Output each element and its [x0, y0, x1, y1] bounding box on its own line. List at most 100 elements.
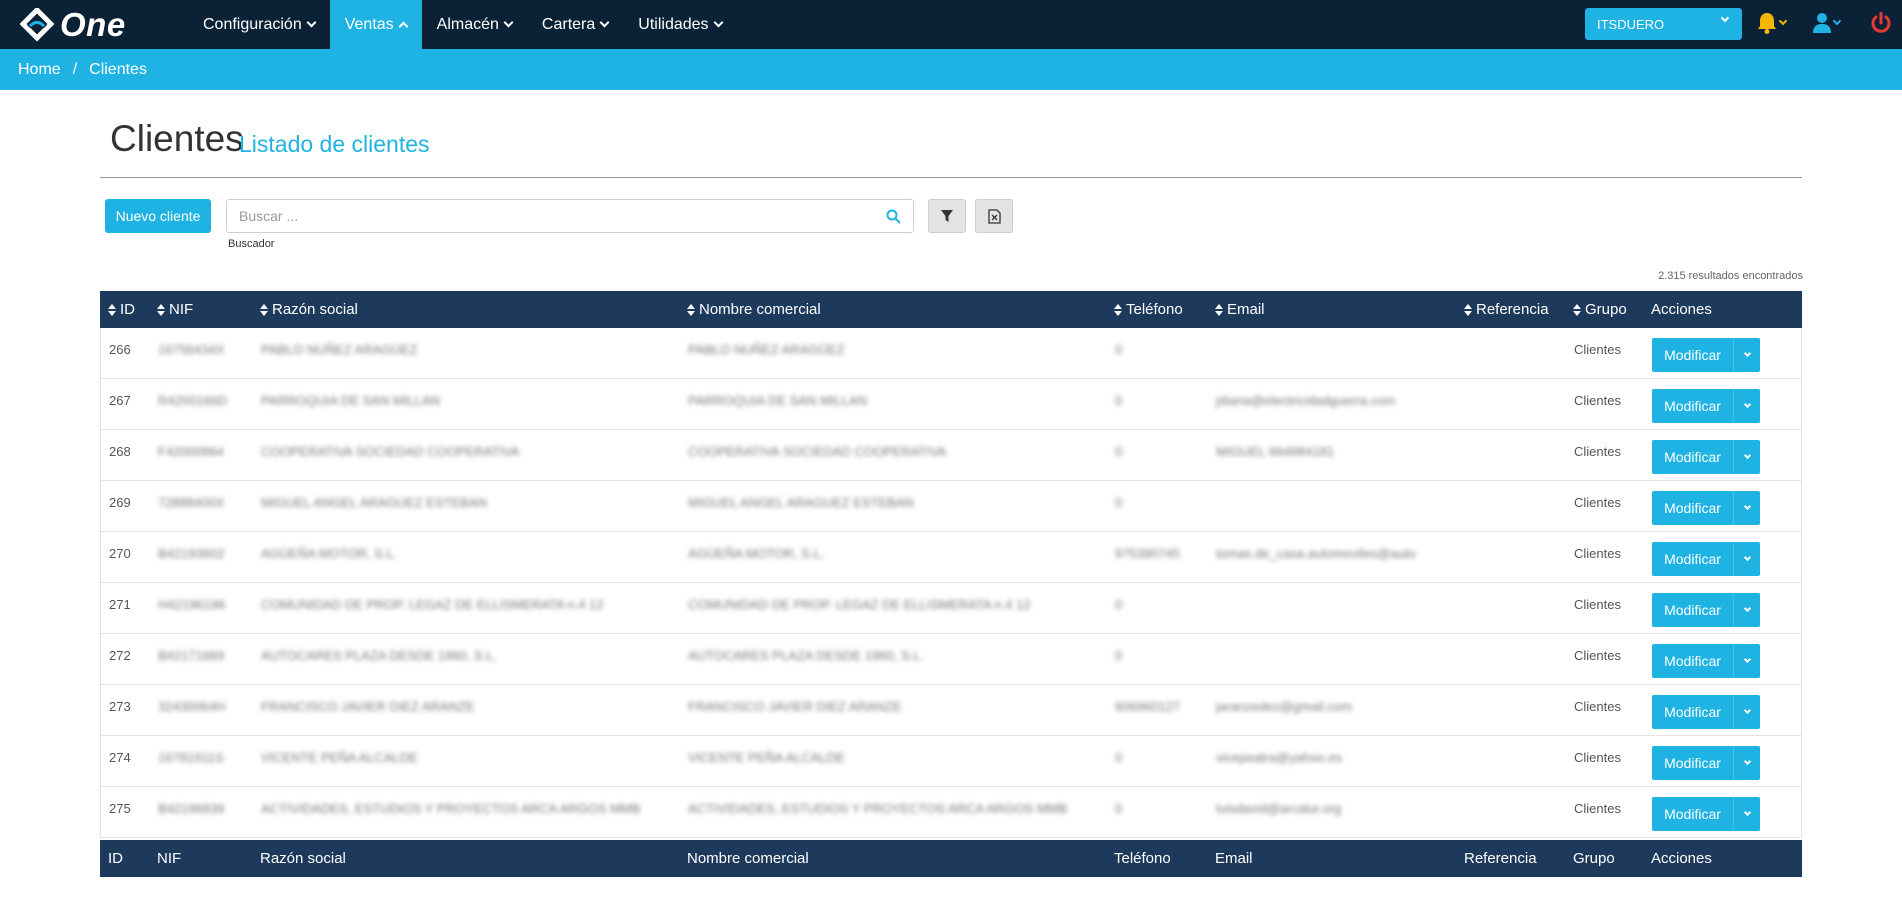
cell-razon-social: FRANCISCO JAVIER DIEZ ARANZE	[261, 699, 475, 714]
cell-nombre-comercial: COMUNIDAD DE PROP. LEGAZ DE ELLISMERATA …	[688, 597, 1031, 612]
modify-label: Modificar	[1652, 797, 1734, 831]
modify-button[interactable]: Modificar	[1652, 491, 1760, 525]
modify-label: Modificar	[1652, 644, 1734, 678]
header-label: ID	[120, 301, 135, 318]
table-footer: ID NIF Razón social Nombre comercial Tel…	[100, 840, 1802, 877]
cell-id: 273	[109, 699, 131, 714]
modify-dropdown[interactable]	[1734, 502, 1760, 511]
cell-id: 271	[109, 597, 131, 612]
header-label: NIF	[169, 301, 194, 318]
modify-dropdown[interactable]	[1734, 706, 1760, 715]
modify-label: Modificar	[1652, 542, 1734, 576]
chevron-down-icon	[1743, 502, 1751, 511]
chevron-down-icon	[1743, 349, 1751, 358]
divider	[100, 177, 1802, 178]
table-row: 272 B42171669 AUTOCARES PLAZA DESDE 1960…	[100, 634, 1802, 685]
cell-telefono: 0	[1115, 495, 1123, 510]
export-excel-button[interactable]	[975, 199, 1013, 233]
breadcrumb-home[interactable]: Home	[18, 61, 61, 79]
user-icon[interactable]	[1813, 12, 1831, 34]
header-id[interactable]: ID	[108, 301, 135, 318]
nav-almacen[interactable]: Almacén	[422, 0, 527, 49]
modify-button[interactable]: Modificar	[1652, 542, 1760, 576]
cell-id: 266	[109, 342, 131, 357]
header-label: Acciones	[1651, 301, 1712, 318]
modify-dropdown[interactable]	[1734, 808, 1760, 817]
cell-id: 274	[109, 750, 131, 765]
modify-dropdown[interactable]	[1734, 451, 1760, 460]
chevron-down-icon	[306, 17, 317, 28]
cell-grupo: Clientes	[1574, 342, 1621, 357]
power-icon[interactable]	[1870, 12, 1892, 34]
cell-nif: 72888400X	[158, 495, 225, 510]
modify-button[interactable]: Modificar	[1652, 644, 1760, 678]
modify-button[interactable]: Modificar	[1652, 389, 1760, 423]
footer-referencia: Referencia	[1464, 850, 1537, 867]
new-client-button[interactable]: Nuevo cliente	[105, 199, 211, 233]
search-icon[interactable]	[886, 209, 901, 224]
cell-razon-social: COMUNIDAD DE PROP. LEGAZ DE ELLISMERATA …	[261, 597, 604, 612]
header-email[interactable]: Email	[1215, 301, 1265, 318]
modify-button[interactable]: Modificar	[1652, 593, 1760, 627]
header-telefono[interactable]: Teléfono	[1114, 301, 1183, 318]
brand-logo[interactable]: One	[20, 6, 170, 44]
chevron-down-icon	[503, 17, 514, 28]
header-referencia[interactable]: Referencia	[1464, 301, 1549, 318]
cell-telefono: 0	[1115, 342, 1123, 357]
clients-table: ID NIF Razón social Nombre comercial Tel…	[100, 291, 1802, 877]
sort-icon	[1573, 303, 1581, 316]
header-nombre-comercial[interactable]: Nombre comercial	[687, 301, 821, 318]
table-row: 267 R4200166D PARROQUIA DE SAN MILLAN PA…	[100, 379, 1802, 430]
nav-utilidades[interactable]: Utilidades	[623, 0, 736, 49]
table-row: 266 16756434X PABLO NUÑEZ ARAGÜEZ PABLO …	[100, 328, 1802, 379]
cell-nombre-comercial: PABLO NUÑEZ ARAGÜEZ	[688, 342, 845, 357]
modify-button[interactable]: Modificar	[1652, 746, 1760, 780]
results-count: 2.315 resultados encontrados	[1658, 270, 1803, 282]
chevron-up-icon	[398, 21, 409, 31]
search-input[interactable]	[239, 208, 859, 224]
nav-label: Almacén	[436, 15, 499, 33]
modify-dropdown[interactable]	[1734, 349, 1760, 358]
nav-ventas[interactable]: Ventas	[329, 0, 422, 49]
modify-label: Modificar	[1652, 491, 1734, 525]
modify-button[interactable]: Modificar	[1652, 440, 1760, 474]
modify-label: Modificar	[1652, 593, 1734, 627]
table-row: 274 16781911S VICENTE PEÑA ALCALDE VICEN…	[100, 736, 1802, 787]
bell-icon[interactable]	[1757, 12, 1777, 34]
table-body: 266 16756434X PABLO NUÑEZ ARAGÜEZ PABLO …	[100, 328, 1802, 838]
cell-telefono: 0	[1115, 648, 1123, 663]
company-select[interactable]: ITSDUERO	[1585, 8, 1742, 40]
modify-dropdown[interactable]	[1734, 655, 1760, 664]
sort-icon	[108, 303, 116, 316]
cell-email: jdiana@electricidadguerra.com	[1216, 393, 1396, 408]
filter-button[interactable]	[928, 199, 966, 233]
modify-dropdown[interactable]	[1734, 400, 1760, 409]
cell-telefono: 0	[1115, 393, 1123, 408]
chevron-down-icon	[1743, 400, 1751, 409]
cell-id: 270	[109, 546, 131, 561]
header-nif[interactable]: NIF	[157, 301, 193, 318]
cell-email: vicepeatra@yahoo.es	[1216, 750, 1342, 765]
chevron-down-icon	[1832, 16, 1842, 26]
chevron-down-icon	[1743, 706, 1751, 715]
nav-cartera[interactable]: Cartera	[527, 0, 623, 49]
cell-grupo: Clientes	[1574, 801, 1621, 816]
footer-acciones: Acciones	[1651, 850, 1712, 867]
modify-dropdown[interactable]	[1734, 553, 1760, 562]
cell-grupo: Clientes	[1574, 699, 1621, 714]
header-razon-social[interactable]: Razón social	[260, 301, 358, 318]
modify-button[interactable]: Modificar	[1652, 338, 1760, 372]
cell-razon-social: COOPERATIVA SOCIEDAD COOPERATIVA	[261, 444, 520, 459]
modify-dropdown[interactable]	[1734, 757, 1760, 766]
nav-configuracion[interactable]: Configuración	[188, 0, 330, 49]
modify-label: Modificar	[1652, 389, 1734, 423]
cell-telefono: 975390745	[1115, 546, 1181, 561]
modify-button[interactable]: Modificar	[1652, 797, 1760, 831]
header-label: Nombre comercial	[699, 301, 821, 318]
cell-telefono: 606960127	[1115, 699, 1181, 714]
header-grupo[interactable]: Grupo	[1573, 301, 1627, 318]
modify-button[interactable]: Modificar	[1652, 695, 1760, 729]
modify-dropdown[interactable]	[1734, 604, 1760, 613]
footer-razon-social: Razón social	[260, 850, 346, 867]
breadcrumb: Home / Clientes	[0, 49, 1902, 90]
